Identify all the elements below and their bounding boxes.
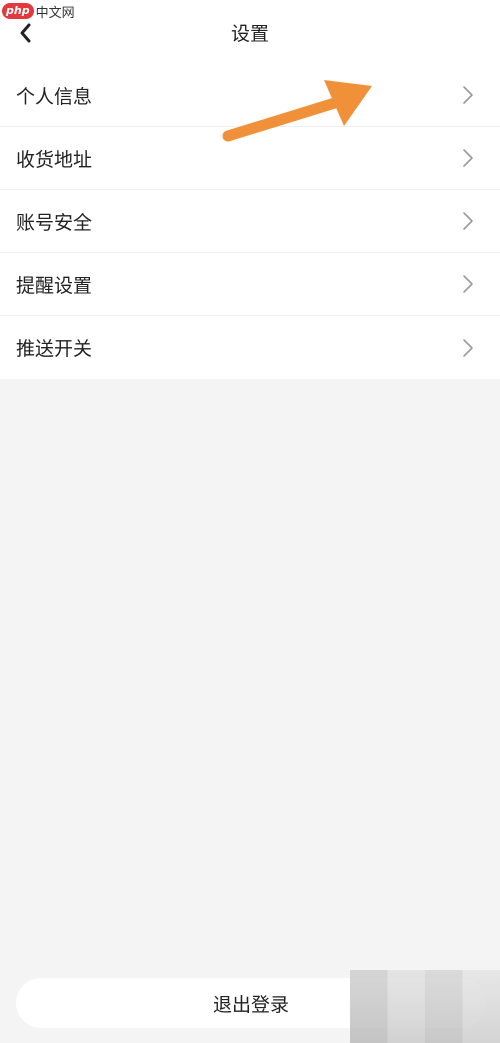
chevron-right-icon [463,86,473,104]
page-title: 设置 [230,23,269,45]
menu-item-push-toggle[interactable]: 推送开关 [0,316,500,379]
pixelated-overlay [350,970,500,1043]
chevron-right-icon [463,149,473,167]
header-bar: php 中文网 设置 [0,0,500,65]
menu-item-reminder-settings[interactable]: 提醒设置 [0,253,500,316]
watermark: php 中文网 [2,1,75,21]
menu-item-label: 个人信息 [16,85,93,108]
annotation-arrow-icon [222,80,372,142]
chevron-right-icon [463,212,473,230]
logout-label: 退出登录 [212,993,289,1016]
chevron-right-icon [463,338,473,357]
menu-item-label: 提醒设置 [16,274,93,297]
watermark-text: 中文网 [35,5,75,21]
chevron-right-icon [463,275,473,293]
menu-item-label: 账号安全 [16,211,93,234]
menu-item-account-security[interactable]: 账号安全 [0,190,500,253]
menu-item-label: 收货地址 [16,148,93,171]
watermark-badge: php [2,3,34,19]
menu-item-label: 推送开关 [16,338,93,360]
